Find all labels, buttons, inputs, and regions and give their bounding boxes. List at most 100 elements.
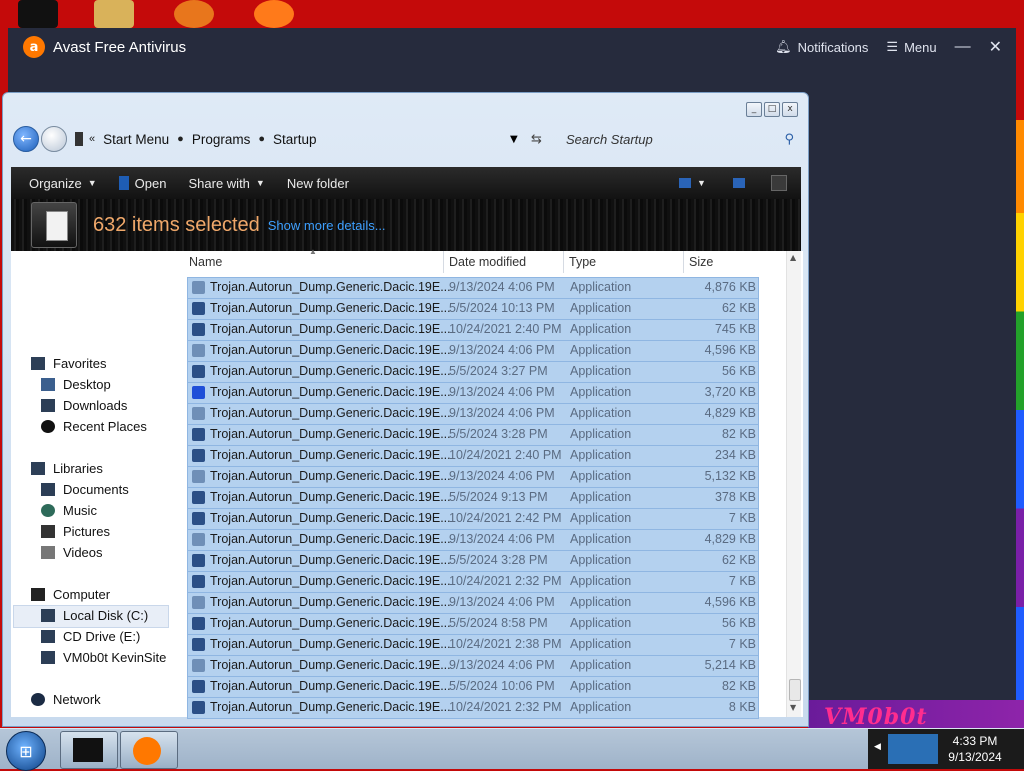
file-row[interactable]: Trojan.Autorun_Dump.Generic.Dacic.19E...… [187, 298, 759, 320]
nav-music[interactable]: Music [41, 500, 97, 520]
avast-minimize-button[interactable]: — [955, 38, 971, 56]
file-date-modified: 10/24/2021 2:40 PM [449, 322, 562, 336]
file-type: Application [570, 280, 632, 294]
vertical-scrollbar[interactable]: ▲ ▼ [786, 251, 801, 717]
avast-logo-icon: a [23, 36, 45, 58]
desktop-icon-folder[interactable] [94, 0, 134, 28]
file-row[interactable]: Trojan.Autorun_Dump.Generic.Dacic.19E...… [187, 424, 759, 446]
chevron-down-icon: ▼ [697, 178, 706, 188]
pictures-icon [41, 524, 55, 538]
preview-pane-icon[interactable] [733, 178, 745, 188]
open-button[interactable]: Open [118, 176, 166, 191]
file-row[interactable]: Trojan.Autorun_Dump.Generic.Dacic.19E...… [187, 550, 759, 572]
start-button[interactable]: ⊞ [6, 731, 46, 771]
breadcrumb-separator-icon[interactable]: ● [177, 133, 184, 145]
file-row[interactable]: Trojan.Autorun_Dump.Generic.Dacic.19E...… [187, 466, 759, 488]
organize-label: Organize [29, 175, 82, 191]
nav-desktop[interactable]: Desktop [41, 374, 111, 394]
column-date-modified[interactable]: Date modified [449, 255, 526, 269]
file-row[interactable]: Trojan.Autorun_Dump.Generic.Dacic.19E...… [187, 361, 759, 383]
scrollbar-thumb[interactable] [789, 679, 801, 701]
share-with-button[interactable]: Share with ▼ [188, 176, 264, 191]
breadcrumb-overflow-icon[interactable]: « [89, 133, 95, 145]
avast-close-button[interactable]: ✕ [989, 37, 1002, 57]
nav-downloads[interactable]: Downloads [41, 395, 127, 415]
avast-title: Avast Free Antivirus [53, 38, 187, 56]
tray-arrow-icon[interactable]: ◀ [874, 742, 881, 752]
desktop-icon-avast[interactable] [254, 0, 294, 28]
scroll-up-icon[interactable]: ▲ [790, 253, 796, 262]
clock[interactable]: 4:33 PM 9/13/2024 [940, 733, 1010, 765]
nav-favorites[interactable]: Favorites [31, 353, 106, 373]
refresh-icon[interactable]: ⇆ [531, 132, 542, 147]
nav-label: Documents [63, 481, 129, 497]
nav-recent-places[interactable]: Recent Places [41, 416, 147, 436]
file-row[interactable]: Trojan.Autorun_Dump.Generic.Dacic.19E...… [187, 277, 759, 299]
file-date-modified: 9/13/2024 4:06 PM [449, 532, 555, 546]
file-row[interactable]: Trojan.Autorun_Dump.Generic.Dacic.19E...… [187, 613, 759, 635]
desktop-icon-hat[interactable] [18, 0, 58, 28]
window-app-icon [192, 302, 205, 315]
view-options-button[interactable]: ▼ [679, 178, 706, 188]
nav-pictures[interactable]: Pictures [41, 521, 110, 541]
explorer-minimize-button[interactable]: _ [746, 102, 762, 117]
nav-videos[interactable]: Videos [41, 542, 103, 562]
show-more-details-link[interactable]: Show more details... [268, 218, 386, 233]
new-folder-button[interactable]: New folder [287, 176, 349, 191]
file-row[interactable]: Trojan.Autorun_Dump.Generic.Dacic.19E...… [187, 676, 759, 698]
music-app-icon [192, 386, 205, 399]
taskbar-explorer-button[interactable] [60, 731, 118, 769]
hamburger-icon: ☰ [886, 39, 899, 54]
nav-documents[interactable]: Documents [41, 479, 129, 499]
nav-cd-drive[interactable]: CD Drive (E:) [41, 626, 140, 646]
menu-button[interactable]: ☰ Menu [886, 39, 936, 55]
explorer-window: _ □ x ← « Start Menu ● Programs ● Startu… [2, 92, 809, 727]
forward-button[interactable] [41, 126, 67, 152]
recent-places-icon [41, 419, 55, 433]
nav-computer[interactable]: Computer [31, 584, 110, 604]
file-row[interactable]: Trojan.Autorun_Dump.Generic.Dacic.19E...… [187, 634, 759, 656]
projector-icon[interactable] [888, 734, 938, 764]
nav-network[interactable]: Network [31, 689, 101, 709]
file-row[interactable]: Trojan.Autorun_Dump.Generic.Dacic.19E...… [187, 508, 759, 530]
file-row[interactable]: Trojan.Autorun_Dump.Generic.Dacic.19E...… [187, 571, 759, 593]
explorer-maximize-button[interactable]: □ [764, 102, 780, 117]
nav-vm-site[interactable]: VM0b0t KevinSite [41, 647, 166, 667]
desktop-icon-app[interactable] [174, 0, 214, 28]
file-row[interactable]: Trojan.Autorun_Dump.Generic.Dacic.19E...… [187, 592, 759, 614]
breadcrumb-start-menu[interactable]: Start Menu [103, 132, 169, 147]
breadcrumb-programs[interactable]: Programs [192, 132, 251, 147]
column-type[interactable]: Type [569, 255, 596, 269]
back-button[interactable]: ← [13, 126, 39, 152]
address-dropdown-icon[interactable]: ▼ [510, 134, 518, 145]
nav-local-disk[interactable]: Local Disk (C:) [41, 605, 148, 625]
hard-drive-icon [41, 608, 55, 622]
file-row[interactable]: Trojan.Autorun_Dump.Generic.Dacic.19E...… [187, 340, 759, 362]
folder-icon [75, 132, 83, 146]
file-row[interactable]: Trojan.Autorun_Dump.Generic.Dacic.19E...… [187, 655, 759, 677]
explorer-close-button[interactable]: x [782, 102, 798, 117]
file-row[interactable]: Trojan.Autorun_Dump.Generic.Dacic.19E...… [187, 697, 759, 719]
file-row[interactable]: Trojan.Autorun_Dump.Generic.Dacic.19E...… [187, 403, 759, 425]
column-separator[interactable] [443, 251, 444, 273]
window-app-icon [192, 512, 205, 525]
breadcrumb-separator-icon[interactable]: ● [258, 133, 265, 145]
breadcrumb-startup[interactable]: Startup [273, 132, 317, 147]
column-separator[interactable] [683, 251, 684, 273]
column-name[interactable]: Name [189, 255, 222, 269]
file-row[interactable]: Trojan.Autorun_Dump.Generic.Dacic.19E...… [187, 319, 759, 341]
file-row[interactable]: Trojan.Autorun_Dump.Generic.Dacic.19E...… [187, 382, 759, 404]
file-row[interactable]: Trojan.Autorun_Dump.Generic.Dacic.19E...… [187, 487, 759, 509]
file-row[interactable]: Trojan.Autorun_Dump.Generic.Dacic.19E...… [187, 529, 759, 551]
scroll-down-icon[interactable]: ▼ [790, 703, 796, 712]
search-box[interactable]: Search Startup ⚲ [558, 127, 798, 151]
column-size[interactable]: Size [689, 255, 713, 269]
search-icon[interactable]: ⚲ [784, 132, 794, 147]
taskbar-avast-button[interactable] [120, 731, 178, 769]
nav-libraries[interactable]: Libraries [31, 458, 103, 478]
file-row[interactable]: Trojan.Autorun_Dump.Generic.Dacic.19E...… [187, 445, 759, 467]
organize-button[interactable]: Organize ▼ [29, 176, 97, 191]
column-separator[interactable] [563, 251, 564, 273]
help-icon[interactable] [771, 175, 787, 191]
notifications-button[interactable]: 🔔︎ Notifications [775, 39, 868, 55]
